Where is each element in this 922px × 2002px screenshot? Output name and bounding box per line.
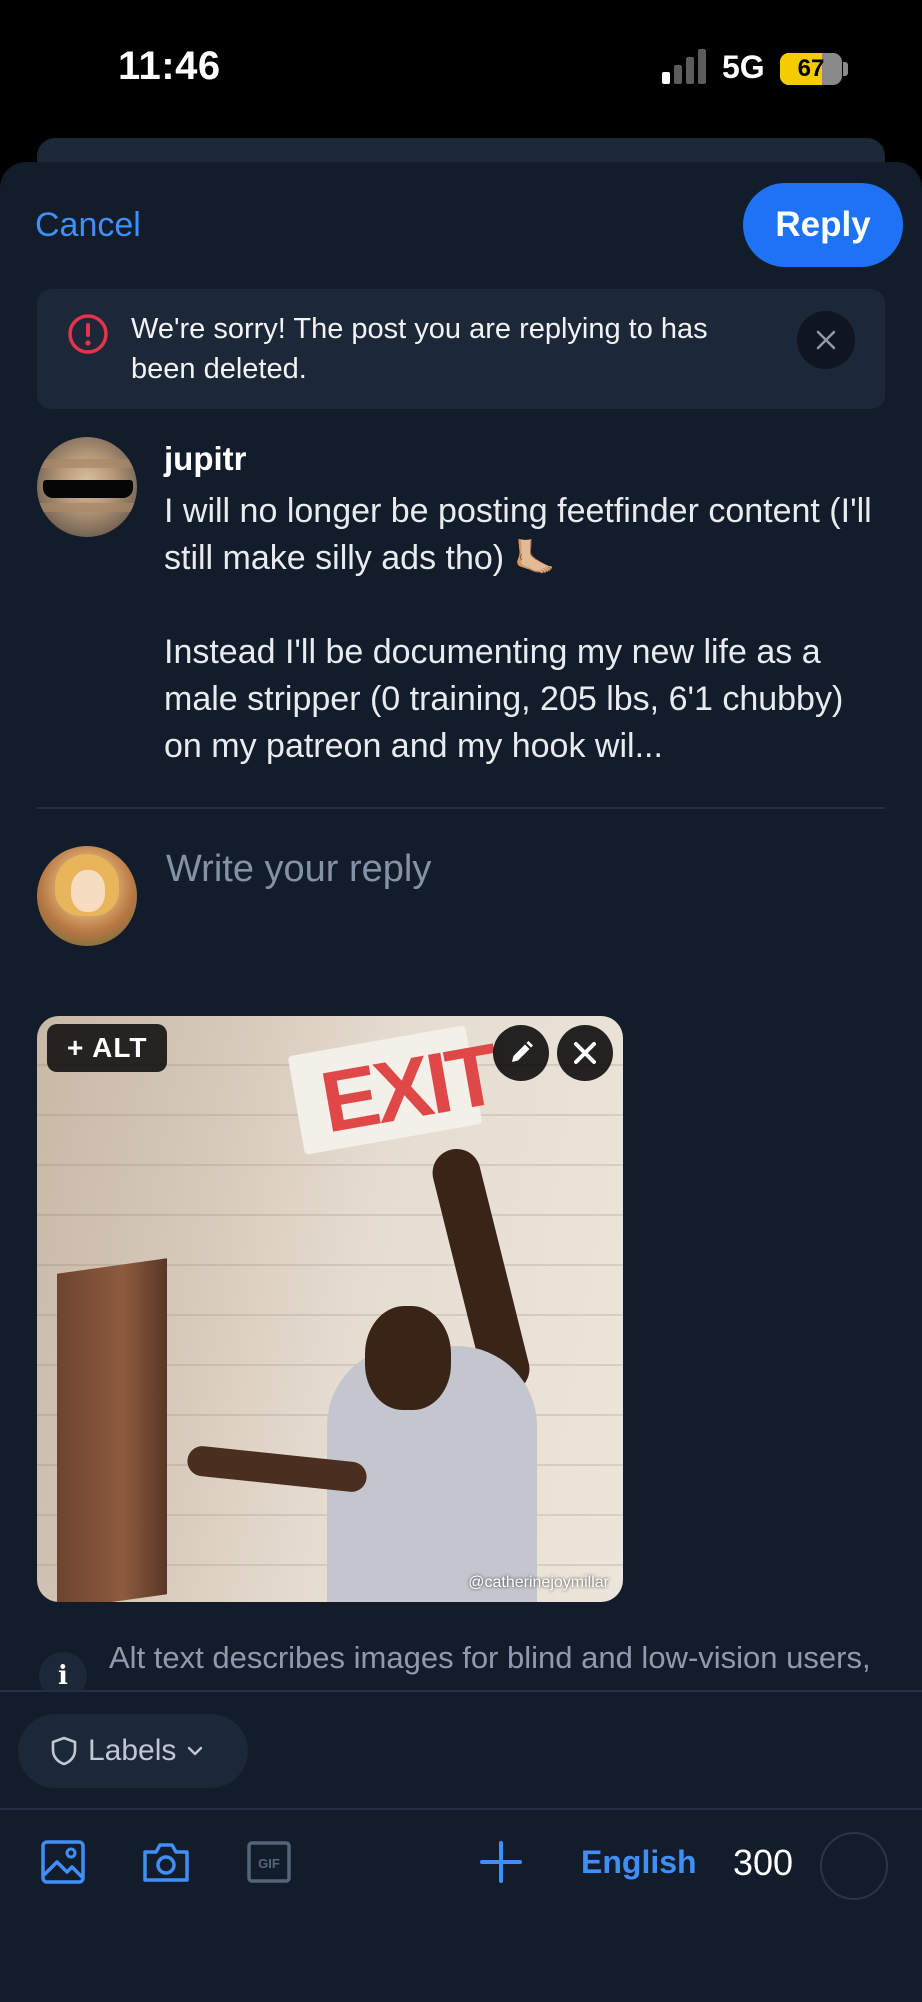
gif-button[interactable]: GIF	[243, 1836, 295, 1888]
status-time: 11:46	[118, 44, 221, 88]
close-icon	[574, 1042, 596, 1064]
deleted-post-alert: We're sorry! The post you are replying t…	[37, 289, 885, 409]
network-type: 5G	[722, 49, 765, 85]
door-graphic	[57, 1258, 167, 1602]
svg-text:GIF: GIF	[258, 1856, 280, 1871]
battery-icon: 67	[780, 53, 842, 85]
status-bar: 11:46 5G 67	[0, 0, 922, 135]
chevron-down-icon	[188, 1746, 203, 1756]
edit-image-button[interactable]	[493, 1025, 549, 1081]
shield-icon	[51, 1736, 77, 1766]
image-icon	[41, 1840, 85, 1884]
character-count: 300	[733, 1842, 794, 1883]
pencil-icon	[512, 1041, 533, 1062]
language-selector[interactable]: English	[581, 1844, 697, 1881]
quoted-author-avatar[interactable]	[37, 437, 137, 537]
alert-circle-icon	[68, 314, 108, 354]
reply-button[interactable]: Reply	[743, 183, 903, 267]
quoted-author-name: jupitr	[164, 440, 247, 477]
dismiss-alert-button[interactable]	[797, 311, 855, 369]
add-image-button[interactable]	[37, 1836, 89, 1888]
labels-button[interactable]: Labels	[18, 1714, 248, 1788]
remove-image-button[interactable]	[557, 1025, 613, 1081]
head-graphic	[365, 1306, 451, 1410]
close-icon	[816, 330, 836, 350]
plus-icon	[480, 1841, 522, 1883]
gif-icon: GIF	[247, 1841, 291, 1883]
character-progress-ring	[820, 1832, 888, 1900]
image-credit: @catherinejoymillar	[468, 1574, 609, 1591]
composer-toolbar: Labels GIF English 300	[0, 1690, 922, 2002]
divider	[0, 1808, 922, 1810]
reply-text-input[interactable]: Write your reply	[166, 848, 431, 891]
attached-image[interactable]: EXIT @catherinejoymillar + ALT	[37, 1016, 623, 1602]
labels-label: Labels	[88, 1734, 177, 1767]
sunglasses-icon	[43, 480, 133, 498]
battery-nub	[843, 62, 848, 76]
quoted-post-paragraph-1: I will no longer be posting feetfinder c…	[164, 492, 872, 577]
divider	[37, 807, 885, 809]
signal-icon	[662, 49, 706, 84]
camera-icon	[143, 1843, 189, 1882]
cancel-button[interactable]: Cancel	[35, 206, 141, 245]
add-thread-post-button[interactable]	[475, 1836, 527, 1888]
battery-level: 67	[797, 55, 825, 82]
quoted-post-paragraph-2: Instead I'll be documenting my new life …	[164, 633, 844, 765]
quoted-post-text: I will no longer be posting feetfinder c…	[164, 488, 884, 770]
user-avatar	[37, 846, 137, 946]
alt-text-info: Alt text describes images for blind and …	[109, 1640, 871, 1692]
camera-button[interactable]	[140, 1836, 192, 1888]
alert-message: We're sorry! The post you are replying t…	[131, 313, 708, 385]
add-alt-text-button[interactable]: + ALT	[47, 1024, 168, 1072]
